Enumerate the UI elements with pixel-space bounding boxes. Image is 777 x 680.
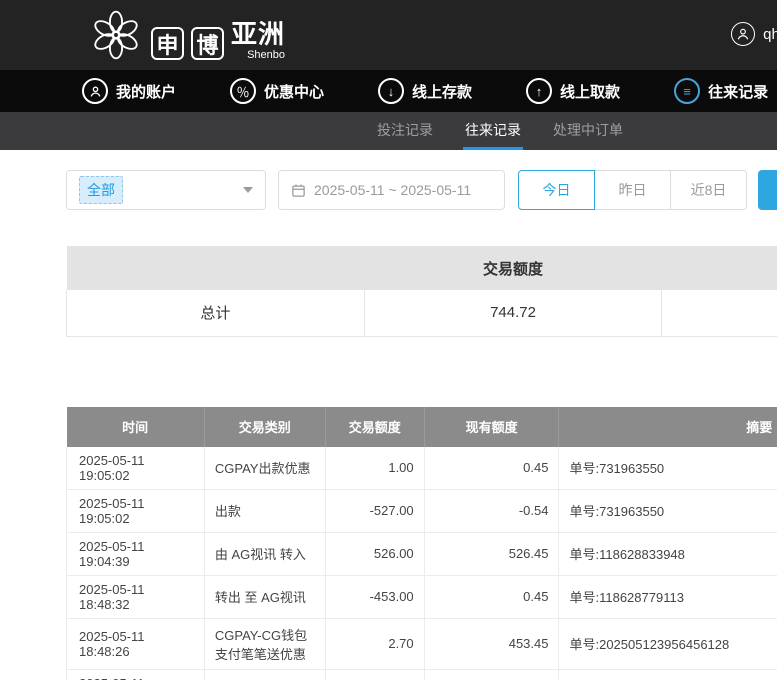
nav-label: 我的账户 — [116, 81, 176, 102]
type-select-value: 全部 — [79, 176, 123, 204]
filter-bar: 全部 2025-05-11 ~ 2025-05-11 今日 昨日 近8日 — [66, 170, 777, 210]
table-row: 2025-05-11 19:05:02 CGPAY出款优惠 1.00 0.45 … — [67, 447, 777, 490]
col-header-summary: 摘要 — [559, 407, 777, 447]
nav-label: 线上取款 — [560, 81, 620, 102]
summary-blank-cell — [662, 290, 777, 336]
quick-range-group: 今日 昨日 近8日 — [518, 170, 747, 210]
brand-char-1: 申 — [151, 27, 184, 60]
cell-summary: 单号:731963550 — [559, 447, 777, 490]
table-row: 2025-05-11 19:05:02 出款 -527.00 -0.54 单号:… — [67, 489, 777, 532]
summary-total-value: 744.72 — [364, 290, 662, 336]
nav-item-deposit[interactable]: ↓ 线上存款 — [378, 78, 472, 104]
cell-balance: 526.45 — [424, 532, 559, 575]
tab-betting-records[interactable]: 投注记录 — [375, 112, 435, 150]
col-header-type: 交易类别 — [204, 407, 325, 447]
cell-type: 出款 — [204, 489, 325, 532]
sub-nav: 投注记录 往来记录 处理中订单 — [0, 112, 777, 150]
cell-amount: -527.00 — [325, 489, 424, 532]
account-icon — [82, 78, 108, 104]
records-header-row: 时间 交易类别 交易额度 现有额度 摘要 — [67, 407, 777, 447]
cell-amount: 2.70 — [325, 618, 424, 669]
type-select[interactable]: 全部 — [66, 170, 266, 210]
records-icon: ≡ — [674, 78, 700, 104]
cell-amount: 450.00 — [325, 669, 424, 680]
summary-header-blank — [67, 246, 365, 290]
nav-label: 线上存款 — [412, 81, 472, 102]
cell-time: 2025-05-11 18:48:26 — [67, 669, 205, 680]
col-header-amount: 交易额度 — [325, 407, 424, 447]
summary-total-label: 总计 — [67, 290, 365, 336]
nav-label: 往来记录 — [708, 81, 768, 102]
today-button[interactable]: 今日 — [518, 170, 595, 210]
cell-summary: 单号:202505123956456128 — [559, 618, 777, 669]
cell-time: 2025-05-11 18:48:26 — [67, 618, 205, 669]
nav-item-withdraw[interactable]: ↑ 线上取款 — [526, 78, 620, 104]
cell-balance: 450.75 — [424, 669, 559, 680]
flower-logo-icon — [88, 7, 144, 63]
cell-type: CGPAY出款优惠 — [204, 447, 325, 490]
cell-amount: 526.00 — [325, 532, 424, 575]
col-header-balance: 现有额度 — [424, 407, 559, 447]
main-nav: 我的账户 ％ 优惠中心 ↓ 线上存款 ↑ 线上取款 ≡ 往来记录 — [0, 70, 777, 112]
search-button[interactable] — [758, 170, 777, 210]
nav-item-promotions[interactable]: ％ 优惠中心 — [230, 78, 324, 104]
cell-summary: 单号:118628833948 — [559, 532, 777, 575]
user-account[interactable]: qhhw — [731, 22, 777, 46]
table-row: 2025-05-11 18:48:26 CGPAY支付 450.00 450.7… — [67, 669, 777, 680]
cell-time: 2025-05-11 19:04:39 — [67, 532, 205, 575]
yesterday-button[interactable]: 昨日 — [594, 170, 671, 210]
summary-header-blank2 — [662, 246, 777, 290]
cell-balance: -0.54 — [424, 489, 559, 532]
tab-processing-orders[interactable]: 处理中订单 — [551, 112, 625, 150]
cell-balance: 0.45 — [424, 447, 559, 490]
date-range-input[interactable]: 2025-05-11 ~ 2025-05-11 — [278, 170, 505, 210]
brand-suffix: 亚洲 — [231, 21, 285, 47]
table-row: 2025-05-11 18:48:32 转出 至 AG视讯 -453.00 0.… — [67, 575, 777, 618]
user-avatar-icon — [731, 22, 755, 46]
cell-type: 转出 至 AG视讯 — [204, 575, 325, 618]
calendar-icon — [291, 183, 306, 198]
cell-balance: 453.45 — [424, 618, 559, 669]
table-row: 2025-05-11 18:48:26 CGPAY-CG钱包支付笔笔送优惠 2.… — [67, 618, 777, 669]
date-range-value: 2025-05-11 ~ 2025-05-11 — [314, 182, 471, 198]
cell-amount: 1.00 — [325, 447, 424, 490]
nav-label: 优惠中心 — [264, 81, 324, 102]
summary-header-amount: 交易额度 — [364, 246, 662, 290]
top-header: 申 博 亚洲 Shenbo qhhw — [0, 0, 777, 70]
cell-summary: 单号:731963550 — [559, 489, 777, 532]
cell-summary: 单号:202505123956456128 — [559, 669, 777, 680]
col-header-time: 时间 — [67, 407, 205, 447]
summary-table: 交易额度 总计 744.72 — [66, 246, 777, 337]
withdraw-icon: ↑ — [526, 78, 552, 104]
records-table: 时间 交易类别 交易额度 现有额度 摘要 2025-05-11 19:05:02… — [66, 407, 777, 680]
deposit-icon: ↓ — [378, 78, 404, 104]
cell-amount: -453.00 — [325, 575, 424, 618]
cell-time: 2025-05-11 19:05:02 — [67, 489, 205, 532]
cell-balance: 0.45 — [424, 575, 559, 618]
tab-transaction-records[interactable]: 往来记录 — [463, 112, 523, 150]
cell-type: CGPAY支付 — [204, 669, 325, 680]
cell-type: CGPAY-CG钱包支付笔笔送优惠 — [204, 618, 325, 669]
nav-item-my-account[interactable]: 我的账户 — [82, 78, 176, 104]
summary-row: 总计 744.72 — [67, 290, 777, 336]
promotions-icon: ％ — [230, 78, 256, 104]
chevron-down-icon — [243, 187, 253, 193]
brand-char-2: 博 — [191, 27, 224, 60]
last-8-days-button[interactable]: 近8日 — [670, 170, 747, 210]
nav-item-records[interactable]: ≡ 往来记录 — [674, 78, 768, 104]
username: qhhw — [763, 26, 777, 43]
cell-time: 2025-05-11 18:48:32 — [67, 575, 205, 618]
table-row: 2025-05-11 19:04:39 由 AG视讯 转入 526.00 526… — [67, 532, 777, 575]
cell-time: 2025-05-11 19:05:02 — [67, 447, 205, 490]
cell-summary: 单号:118628779113 — [559, 575, 777, 618]
brand-subtitle: Shenbo — [247, 49, 285, 61]
cell-type: 由 AG视讯 转入 — [204, 532, 325, 575]
brand-logo[interactable]: 申 博 亚洲 Shenbo — [88, 7, 285, 63]
